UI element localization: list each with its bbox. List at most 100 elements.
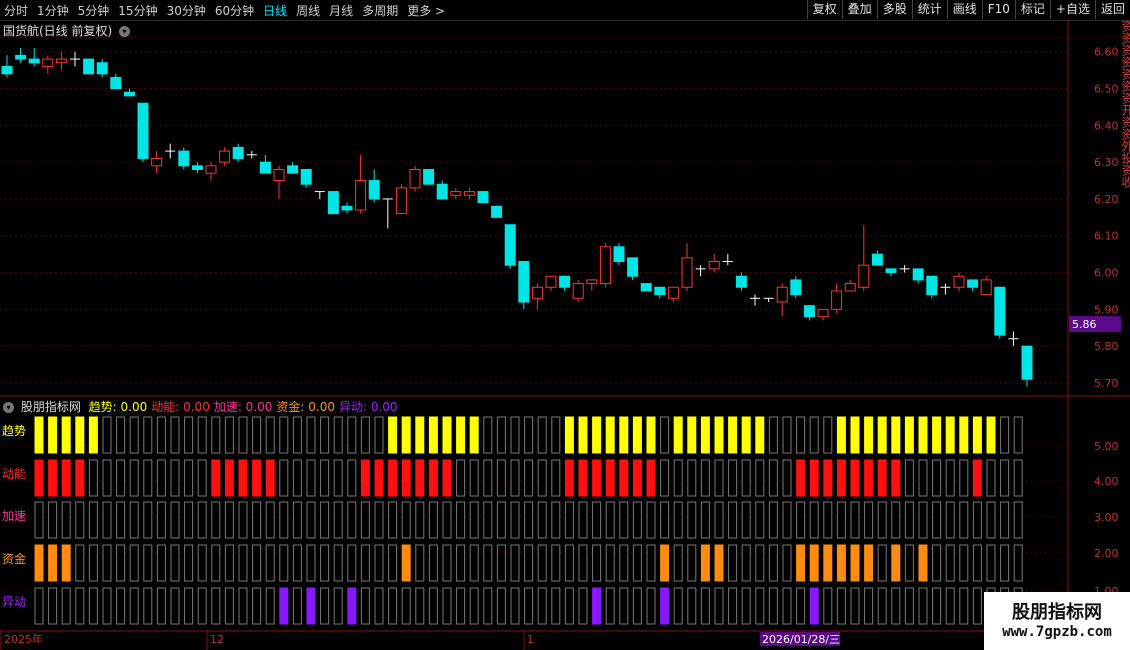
candle-body (531, 286, 543, 299)
signal-bar (333, 587, 343, 625)
signal-bar (252, 501, 262, 539)
signal-bar (714, 544, 724, 582)
candle (940, 283, 951, 295)
signal-bar (687, 501, 697, 539)
signal-bar (116, 459, 126, 497)
signal-bar (360, 501, 370, 539)
signal-bar (755, 416, 765, 454)
candle (708, 254, 720, 273)
signal-bar (374, 501, 384, 539)
signal-bar (388, 459, 398, 497)
signal-bar (279, 459, 289, 497)
signal-bar (959, 587, 969, 625)
signal-bar (646, 544, 656, 582)
indicator-value: 趋势: 0.00 (88, 400, 148, 414)
signal-bar (75, 416, 85, 454)
candle-body (790, 279, 802, 296)
signal-bar (292, 544, 302, 582)
signal-bar (61, 544, 71, 582)
signal-bar (116, 416, 126, 454)
price-tick-label: 5.70 (1094, 377, 1119, 390)
chevron-down-icon[interactable]: ▾ (3, 402, 14, 413)
signal-bar (483, 587, 493, 625)
candle-body (409, 168, 421, 189)
signal-bar (388, 544, 398, 582)
indicator-row-label: 资金 (2, 552, 27, 566)
signal-bar (605, 501, 615, 539)
price-tick-label: 6.60 (1094, 46, 1119, 59)
signal-bar (401, 587, 411, 625)
candle-body (667, 286, 679, 299)
signal-bar (88, 459, 98, 497)
chart-canvas[interactable]: 6.60 6.50 6.40 6.30 6.20 6.10 6.00 5.90 5.80 5.70… (0, 0, 1130, 650)
signal-bar (768, 416, 778, 454)
signal-bar (836, 416, 846, 454)
candle-body (355, 180, 367, 211)
candle (599, 243, 611, 288)
signal-bar (714, 416, 724, 454)
signal-bar (197, 501, 207, 539)
candle-body (300, 168, 312, 185)
candle-body (123, 91, 135, 97)
signal-bar (333, 544, 343, 582)
chevron-down-icon[interactable]: ▾ (119, 26, 131, 37)
signal-bar (823, 544, 833, 582)
candle-body (423, 168, 435, 185)
signal-bar (279, 587, 289, 625)
signal-bar (1013, 544, 1023, 582)
signal-bar (959, 544, 969, 582)
signal-bar (442, 501, 452, 539)
signal-bar (632, 459, 642, 497)
signal-bar (374, 416, 384, 454)
signal-bar (537, 587, 547, 625)
candle (341, 202, 353, 214)
signal-bar (496, 587, 506, 625)
signal-bar (442, 544, 452, 582)
signal-bar (782, 501, 792, 539)
signal-bar (632, 544, 642, 582)
signal-bar (401, 416, 411, 454)
signal-bar (904, 544, 914, 582)
signal-bar (673, 501, 683, 539)
signal-bar (700, 587, 710, 625)
candle (844, 279, 856, 292)
candle-body (858, 264, 870, 288)
candle (273, 165, 285, 199)
signal-bar (211, 587, 221, 625)
candle (871, 250, 883, 266)
signal-bar (932, 544, 942, 582)
signal-bar (333, 459, 343, 497)
candle (885, 268, 897, 277)
signal-bar (741, 544, 751, 582)
candle (586, 279, 598, 291)
candles (1, 48, 1033, 387)
price-tick-label: 6.40 (1094, 119, 1119, 132)
candle-body (232, 146, 244, 159)
signal-bar (415, 587, 425, 625)
signal-bar (782, 416, 792, 454)
signal-bar (755, 459, 765, 497)
signal-bar (972, 416, 982, 454)
signal-bar (483, 459, 493, 497)
signal-bar (170, 416, 180, 454)
candle (817, 308, 829, 321)
candle (55, 51, 67, 71)
candle-body (205, 165, 217, 174)
signal-bar (415, 459, 425, 497)
signal-bar (197, 416, 207, 454)
candle-body (844, 283, 856, 292)
candle-body (191, 165, 203, 170)
signal-bar (700, 544, 710, 582)
signal-bar (700, 459, 710, 497)
candle-body (137, 102, 149, 159)
candle-body (953, 275, 965, 288)
signal-bar (632, 501, 642, 539)
candle (667, 286, 679, 302)
indicator-value: 异动: 0.00 (338, 400, 398, 414)
signal-bar (428, 501, 438, 539)
signal-bar (551, 587, 561, 625)
signal-bar (211, 459, 221, 497)
price-tick-label: 6.20 (1094, 193, 1119, 206)
signal-bar (265, 416, 275, 454)
indicator-value: 动能: 0.00 (151, 400, 210, 414)
